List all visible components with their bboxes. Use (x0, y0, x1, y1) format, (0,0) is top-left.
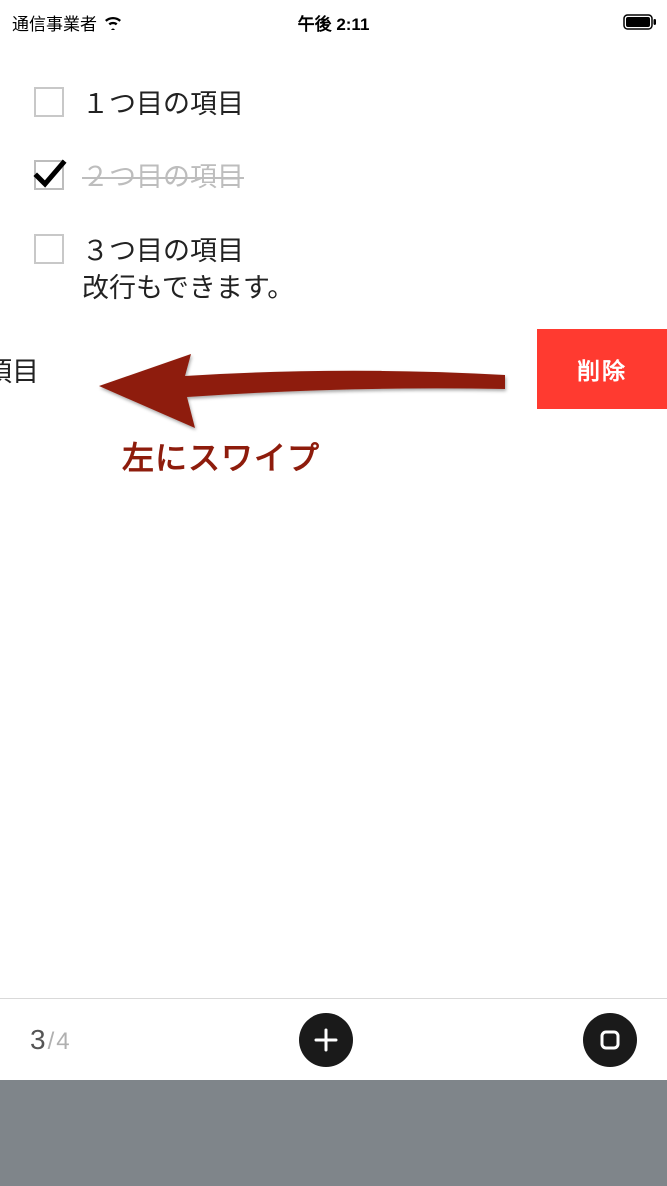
checkbox-checked[interactable] (34, 160, 64, 190)
swiped-item-content: つ目の項目 (0, 329, 39, 409)
list-item[interactable]: ２つ目の項目 (0, 141, 667, 214)
count-total: 4 (56, 1028, 69, 1056)
list-item[interactable]: ３つ目の項目 改行もできます。 (0, 215, 667, 326)
carrier-label: 通信事業者 (12, 10, 97, 35)
count-current: 3 (30, 1024, 46, 1056)
bottom-bar: 3 / 4 (0, 998, 667, 1186)
todo-list: １つ目の項目 ２つ目の項目 ３つ目の項目 改行もできます。 つ目の項目 削除 (0, 44, 667, 409)
count-separator: / (48, 1028, 55, 1056)
item-label: ２つ目の項目 (82, 159, 244, 196)
delete-button[interactable]: 削除 (537, 329, 667, 409)
plus-icon (313, 1027, 339, 1053)
stop-button[interactable] (583, 1013, 637, 1067)
status-bar: 通信事業者 午後 2:11 (0, 0, 667, 44)
square-icon (596, 1026, 624, 1054)
clock: 午後 2:11 (298, 10, 370, 35)
item-label: １つ目の項目 (82, 86, 244, 123)
battery-icon (623, 14, 657, 30)
status-left: 通信事業者 (12, 10, 123, 35)
checkbox[interactable] (34, 234, 64, 264)
toolbar: 3 / 4 (0, 998, 667, 1080)
home-indicator-zone (0, 1080, 667, 1186)
checkbox[interactable] (34, 87, 64, 117)
item-label: つ目の項目 (0, 350, 39, 389)
check-icon (31, 157, 67, 193)
list-item[interactable]: １つ目の項目 (0, 68, 667, 141)
item-label: ３つ目の項目 改行もできます。 (82, 233, 294, 308)
add-button[interactable] (299, 1013, 353, 1067)
annotation-label: 左にスワイプ (122, 433, 320, 479)
item-count: 3 / 4 (30, 1024, 70, 1056)
wifi-icon (103, 15, 123, 30)
swiped-list-item[interactable]: つ目の項目 削除 (0, 329, 667, 409)
